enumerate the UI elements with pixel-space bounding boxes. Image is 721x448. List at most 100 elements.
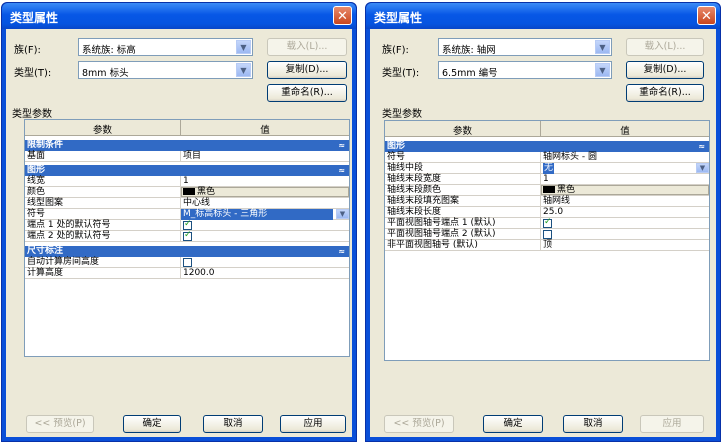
param-row[interactable]: 线宽 1 xyxy=(25,176,349,187)
checkbox-icon[interactable] xyxy=(543,230,552,239)
duplicate-button[interactable]: 复制(D)... xyxy=(626,61,704,79)
param-row[interactable]: 轴线中段 无 ▼ xyxy=(385,163,709,174)
symbol-value[interactable]: M_标高标头 - 三角形 xyxy=(181,209,333,220)
param-row[interactable]: 轴线末段宽度 1 xyxy=(385,174,709,185)
family-combo[interactable]: 系统族: 轴网 ▼ xyxy=(438,38,612,56)
cancel-button[interactable]: 取消 xyxy=(203,415,263,433)
param-row[interactable]: 平面视图轴号端点 2 (默认) xyxy=(385,229,709,240)
type-parameters-label: 类型参数 xyxy=(12,109,52,120)
param-row[interactable]: 符号 轴网标头 - 圆 xyxy=(385,152,709,163)
type-properties-dialog-grid: 类型属性 ✕ 族(F): 系统族: 轴网 ▼ 载入(L)... 类型(T): 6… xyxy=(365,2,721,442)
symbol-dropdown[interactable]: ▼ xyxy=(335,209,349,220)
category-graphics[interactable]: 图形 ≈ xyxy=(385,141,709,152)
type-combo[interactable]: 6.5mm 编号 ▼ xyxy=(438,61,612,79)
param-row[interactable]: 非平面视图轴号 (默认) 顶 xyxy=(385,240,709,251)
dialog-title: 类型属性 xyxy=(10,11,59,25)
param-value[interactable]: 轴网标头 - 圆 xyxy=(543,152,597,163)
title-bar[interactable]: 类型属性 ✕ xyxy=(366,3,720,29)
column-header-value: 值 xyxy=(620,126,630,137)
param-row[interactable]: 自动计算房间高度 xyxy=(25,257,349,268)
checkbox-icon[interactable] xyxy=(183,219,192,230)
double-chevron-up-icon[interactable]: ≈ xyxy=(338,246,345,257)
type-combo[interactable]: 8mm 标头 ▼ xyxy=(78,61,253,79)
cell-divider xyxy=(180,151,181,161)
param-value[interactable]: 顶 xyxy=(543,240,552,251)
color-swatch xyxy=(543,186,555,193)
param-value[interactable]: 中心线 xyxy=(183,198,210,209)
column-header-parameter: 参数 xyxy=(92,125,112,136)
param-name: 基面 xyxy=(27,151,46,161)
param-name: 端点 1 处的默认符号 xyxy=(27,220,111,230)
duplicate-button[interactable]: 复制(D)... xyxy=(267,61,347,79)
chevron-down-icon[interactable]: ▼ xyxy=(696,163,709,173)
close-icon[interactable]: ✕ xyxy=(333,6,352,25)
center-segment-value[interactable]: 无 xyxy=(543,163,555,174)
dialog-title: 类型属性 xyxy=(374,11,423,25)
close-icon[interactable]: ✕ xyxy=(697,6,716,25)
family-combo[interactable]: 系统族: 标高 ▼ xyxy=(78,38,253,56)
color-value[interactable]: 黑色 xyxy=(543,185,575,196)
rename-button[interactable]: 重命名(R)... xyxy=(267,84,347,102)
rename-button[interactable]: 重命名(R)... xyxy=(626,84,704,102)
category-graphics[interactable]: 图形 ≈ xyxy=(25,165,349,176)
param-row[interactable]: 计算高度 1200.0 xyxy=(25,268,349,279)
chevron-down-icon[interactable]: ▼ xyxy=(236,63,251,77)
category-dimensions[interactable]: 尺寸标注 ≈ xyxy=(25,246,349,257)
ok-button[interactable]: 确定 xyxy=(123,415,181,433)
chevron-down-icon[interactable]: ▼ xyxy=(595,40,610,54)
category-label: 限制条件 xyxy=(27,140,64,150)
param-row[interactable]: 基面 项目 xyxy=(25,151,349,162)
column-header-value: 值 xyxy=(260,125,270,136)
param-value[interactable]: 1 xyxy=(183,176,189,187)
chevron-down-icon[interactable]: ▼ xyxy=(336,209,349,219)
param-value[interactable]: 项目 xyxy=(183,151,201,162)
apply-button[interactable]: 应用 xyxy=(280,415,346,433)
cancel-button[interactable]: 取消 xyxy=(563,415,623,433)
checkbox-icon[interactable] xyxy=(183,258,192,267)
dialog-client: 族(F): 系统族: 轴网 ▼ 载入(L)... 类型(T): 6.5mm 编号… xyxy=(370,29,716,437)
parameter-grid[interactable]: 参数 值 图形 ≈ 符号 轴网标头 - 圆 轴线中段 无 ▼ 轴线末段宽度 1 … xyxy=(384,120,710,361)
double-chevron-up-icon[interactable]: ≈ xyxy=(698,141,705,152)
load-button[interactable]: 载入(L)... xyxy=(626,38,704,56)
center-segment-dropdown[interactable]: ▼ xyxy=(695,163,709,174)
preview-button[interactable]: << 预览(P) xyxy=(384,415,454,433)
checkbox-icon[interactable] xyxy=(543,217,552,228)
grid-header: 参数 值 xyxy=(25,120,349,136)
apply-button[interactable]: 应用 xyxy=(640,415,704,433)
double-chevron-up-icon[interactable]: ≈ xyxy=(338,165,345,176)
parameter-grid[interactable]: 参数 值 限制条件 ≈ 基面 项目 图形 ≈ 线宽 1 颜色 黑色 线型图案 中… xyxy=(24,119,350,357)
color-value[interactable]: 黑色 xyxy=(183,187,215,198)
param-row[interactable]: 颜色 黑色 xyxy=(25,187,349,198)
checkbox-icon[interactable] xyxy=(183,230,192,241)
param-row[interactable]: 轴线末段填充图案 轴网线 xyxy=(385,196,709,207)
title-bar[interactable]: 类型属性 ✕ xyxy=(2,3,356,29)
type-properties-dialog-level: 类型属性 ✕ 族(F): 系统族: 标高 ▼ 载入(L)... 类型(T): 8… xyxy=(1,2,357,442)
cell-divider xyxy=(540,152,541,162)
double-chevron-up-icon[interactable]: ≈ xyxy=(338,140,345,151)
param-value[interactable]: 轴网线 xyxy=(543,196,570,207)
category-label: 尺寸标注 xyxy=(27,246,64,256)
cell-divider xyxy=(180,231,181,241)
chevron-down-icon[interactable]: ▼ xyxy=(595,63,610,77)
param-name: 轴线末段长度 xyxy=(387,207,442,217)
chevron-down-icon[interactable]: ▼ xyxy=(236,40,251,54)
category-constraints[interactable]: 限制条件 ≈ xyxy=(25,140,349,151)
type-value: 6.5mm 编号 xyxy=(442,68,498,79)
type-label: 类型(T): xyxy=(14,68,52,79)
ok-button[interactable]: 确定 xyxy=(483,415,543,433)
param-row[interactable]: 端点 2 处的默认符号 xyxy=(25,230,349,242)
param-row[interactable]: 轴线末段颜色 黑色 xyxy=(385,185,709,196)
param-row[interactable]: 线型图案 中心线 xyxy=(25,198,349,209)
cell-divider xyxy=(540,174,541,184)
param-value[interactable]: 1200.0 xyxy=(183,268,215,279)
preview-button[interactable]: << 预览(P) xyxy=(26,415,94,433)
family-label: 族(F): xyxy=(382,45,409,56)
param-value[interactable]: 1 xyxy=(543,174,549,185)
cell-divider xyxy=(540,218,541,228)
param-row[interactable]: 平面视图轴号端点 1 (默认) xyxy=(385,217,709,229)
category-label: 图形 xyxy=(387,141,406,151)
load-button[interactable]: 载入(L)... xyxy=(267,38,347,56)
cell-divider xyxy=(180,198,181,208)
cell-divider xyxy=(540,163,541,173)
type-parameters-label: 类型参数 xyxy=(382,109,422,120)
